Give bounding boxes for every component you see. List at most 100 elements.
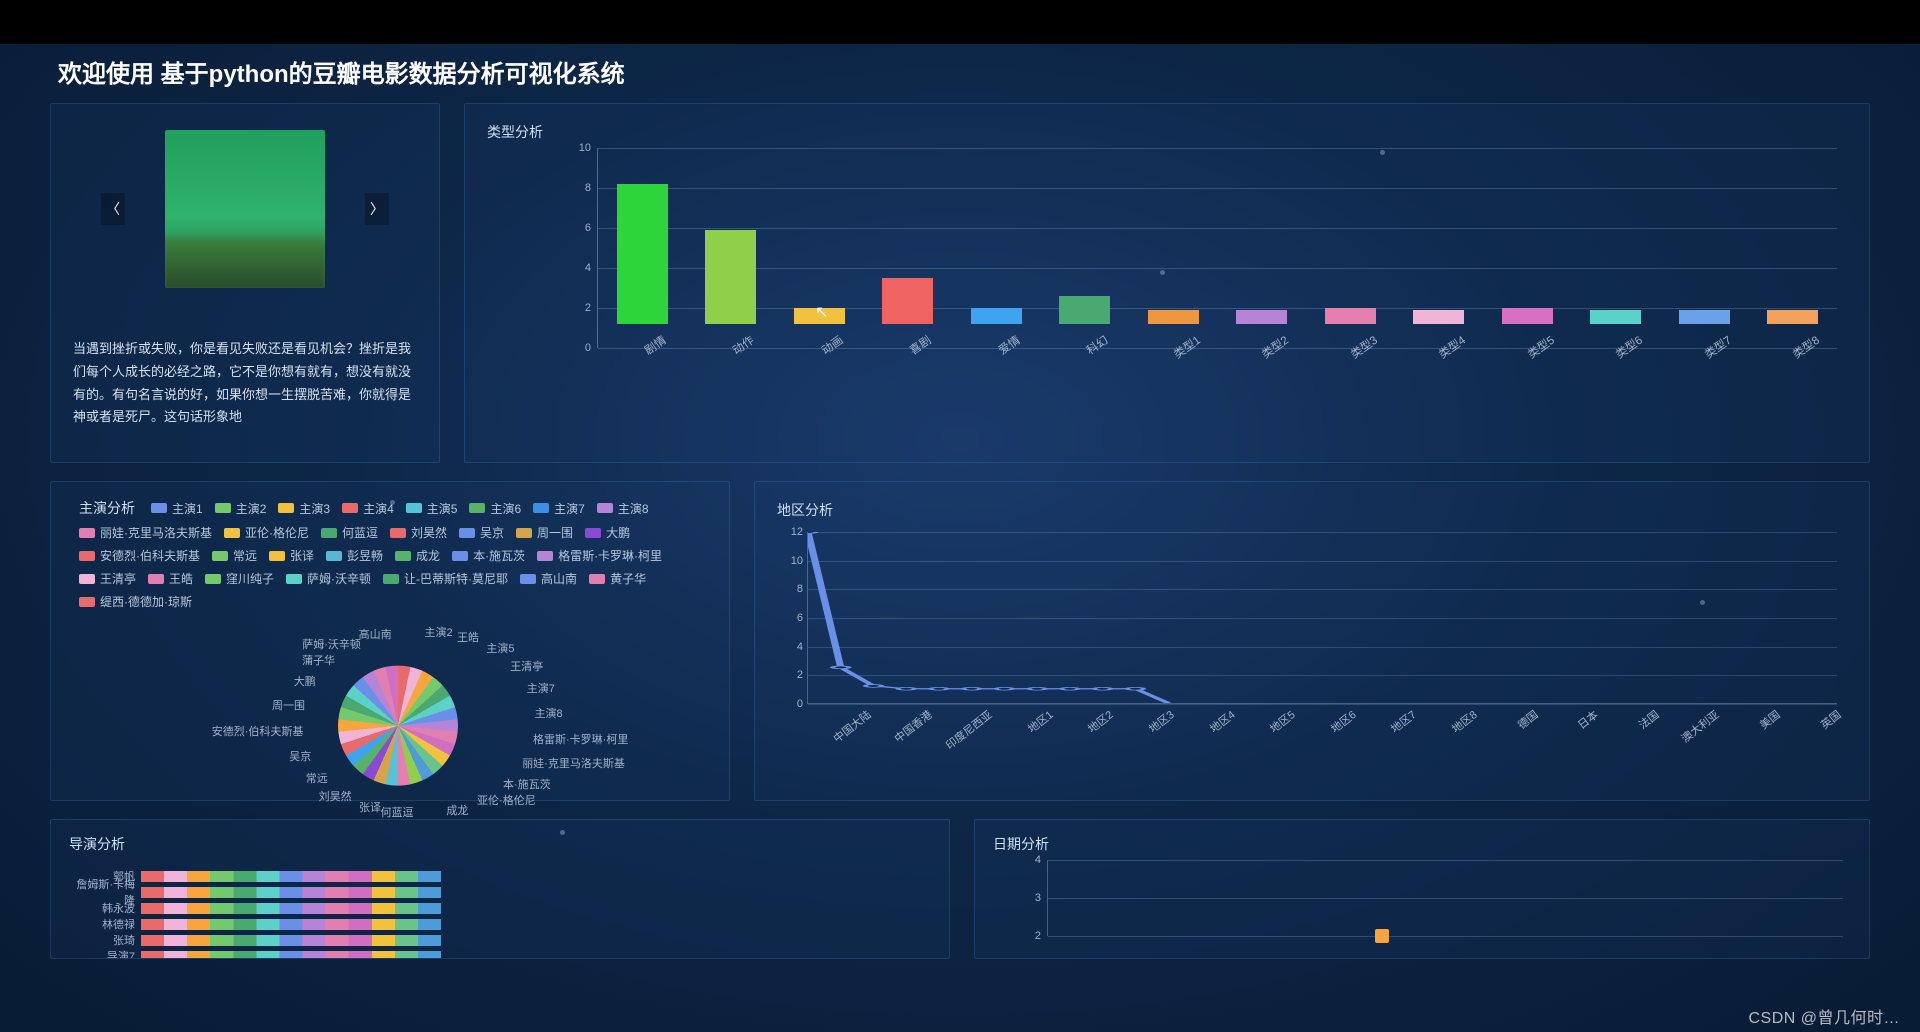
legend-item[interactable]: 王皓: [148, 570, 193, 587]
legend-label: 格雷斯·卡罗琳·柯里: [558, 547, 662, 564]
x-label: 类型2: [1258, 332, 1291, 362]
legend-item[interactable]: 本·施瓦茨: [452, 547, 525, 564]
legend-swatch-icon: [321, 528, 337, 538]
actor-analysis-panel: 主演分析 主演1主演2主演3主演4主演5主演6主演7主演8丽娃·克里马洛夫斯基亚…: [50, 481, 730, 801]
x-label: 类型1: [1170, 332, 1203, 362]
bar-column: 剧情: [598, 184, 687, 348]
legend-item[interactable]: 王清亭: [79, 570, 136, 587]
legend-item[interactable]: 主演6: [469, 500, 521, 517]
data-point[interactable]: [1375, 929, 1389, 943]
legend-item[interactable]: 常远: [212, 547, 257, 564]
legend-item[interactable]: 窪川纯子: [205, 570, 274, 587]
legend-item[interactable]: 大鹏: [585, 524, 630, 541]
legend-swatch-icon: [79, 528, 95, 538]
bar-column: 科幻: [1041, 296, 1130, 348]
legend-item[interactable]: 彭昱畅: [326, 547, 383, 564]
legend-label: 主演5: [427, 500, 458, 517]
pie-label: 吴京: [289, 748, 311, 764]
bar-column: 类型6: [1572, 310, 1661, 348]
legend-item[interactable]: 主演3: [278, 500, 330, 517]
bar[interactable]: [705, 230, 756, 324]
legend-label: 常远: [233, 547, 257, 564]
director-bar[interactable]: [141, 935, 441, 946]
bar-column: 爱情: [952, 308, 1041, 348]
legend-item[interactable]: 刘昊然: [390, 524, 447, 541]
director-bar[interactable]: [141, 903, 441, 914]
bar[interactable]: [1679, 310, 1730, 324]
legend-item[interactable]: 格雷斯·卡罗琳·柯里: [537, 547, 662, 564]
pie-label: 何蓝逗: [380, 804, 413, 820]
director-bar[interactable]: [141, 919, 441, 930]
region-analysis-panel: 地区分析 024681012 中国大陆中国香港印度尼西亚地区1地区2地区3地区4…: [754, 481, 1870, 801]
actor-analysis-chart[interactable]: 萨姆·沃辛顿高山南主演2王皓主演5王清亭主演7主演8格雷斯·卡罗琳·柯里丽娃·克…: [79, 616, 717, 816]
director-name: 张琦: [69, 932, 141, 948]
legend-item[interactable]: 主演4: [342, 500, 394, 517]
carousel-next-icon[interactable]: 〉: [365, 193, 389, 225]
bar[interactable]: [1236, 310, 1287, 324]
legend-item[interactable]: 高山南: [520, 570, 577, 587]
pie-label: 安德烈·伯科夫斯基: [212, 723, 304, 739]
bar-column: 类型3: [1306, 308, 1395, 348]
bar[interactable]: [794, 308, 845, 324]
bar[interactable]: [971, 308, 1022, 324]
legend-item[interactable]: 黄子华: [589, 570, 646, 587]
legend-swatch-icon: [326, 551, 342, 561]
legend-swatch-icon: [269, 551, 285, 561]
legend-item[interactable]: 何蓝逗: [321, 524, 378, 541]
bar[interactable]: [1413, 310, 1464, 324]
legend-item[interactable]: 主演5: [406, 500, 458, 517]
x-label: 动画: [818, 332, 846, 358]
date-analysis-title: 日期分析: [993, 834, 1851, 854]
legend-item[interactable]: 安德烈·伯科夫斯基: [79, 547, 200, 564]
bar[interactable]: [1590, 310, 1641, 324]
bar[interactable]: [882, 278, 933, 324]
ytick: 2: [565, 302, 591, 314]
bar-column: 类型5: [1483, 308, 1572, 348]
legend-label: 周一围: [537, 524, 573, 541]
bar[interactable]: [1148, 310, 1199, 324]
dashboard-frame: 欢迎使用 基于python的豆瓣电影数据分析可视化系统 〈 〉 当遇到挫折或失败…: [0, 44, 1920, 1032]
carousel-image[interactable]: [165, 130, 325, 288]
legend-item[interactable]: 缇西·德德加·琼斯: [79, 593, 192, 610]
director-bar[interactable]: [141, 951, 441, 960]
legend-item[interactable]: 成龙: [395, 547, 440, 564]
bar[interactable]: [1059, 296, 1110, 324]
director-analysis-chart[interactable]: 郭帆詹姆斯·卡梅隆韩永波林德禄张琦导演7导演8: [69, 868, 931, 959]
director-row: 韩永波: [69, 900, 931, 916]
ytick: 4: [1021, 854, 1041, 866]
legend-swatch-icon: [383, 574, 399, 584]
legend-swatch-icon: [469, 503, 485, 513]
carousel-prev-icon[interactable]: 〈: [101, 193, 125, 225]
legend-item[interactable]: 主演8: [597, 500, 649, 517]
date-analysis-chart[interactable]: 234: [993, 860, 1851, 950]
legend-item[interactable]: 主演7: [533, 500, 585, 517]
legend-swatch-icon: [79, 574, 95, 584]
pie-label: 常远: [306, 770, 328, 786]
legend-item[interactable]: 主演1: [151, 500, 203, 517]
director-bar[interactable]: [141, 871, 441, 882]
pie-label: 周一围: [272, 697, 305, 713]
legend-item[interactable]: 主演2: [215, 500, 267, 517]
type-analysis-chart[interactable]: 剧情动作动画喜剧爱情科幻类型1类型2类型3类型4类型5类型6类型7类型8 024…: [487, 148, 1847, 408]
ytick: 2: [783, 669, 803, 681]
bar[interactable]: [617, 184, 668, 324]
ytick: 0: [565, 342, 591, 354]
legend-item[interactable]: 萨姆·沃辛顿: [286, 570, 371, 587]
legend-item[interactable]: 让-巴蒂斯特·莫尼耶: [383, 570, 508, 587]
legend-item[interactable]: 吴京: [459, 524, 504, 541]
region-analysis-chart[interactable]: 024681012 中国大陆中国香港印度尼西亚地区1地区2地区3地区4地区5地区…: [777, 532, 1847, 752]
bar[interactable]: [1325, 308, 1376, 324]
legend-item[interactable]: 张译: [269, 547, 314, 564]
type-analysis-title: 类型分析: [487, 122, 1847, 142]
legend-item[interactable]: 亚伦·格伦尼: [224, 524, 309, 541]
ytick: 4: [783, 641, 803, 653]
bar[interactable]: [1767, 310, 1818, 324]
x-label: 类型5: [1524, 332, 1557, 362]
legend-label: 主演7: [554, 500, 585, 517]
ytick: 10: [565, 142, 591, 154]
legend-swatch-icon: [79, 551, 95, 561]
director-bar[interactable]: [141, 887, 441, 898]
legend-item[interactable]: 丽娃·克里马洛夫斯基: [79, 524, 212, 541]
bar[interactable]: [1502, 308, 1553, 324]
legend-item[interactable]: 周一围: [516, 524, 573, 541]
